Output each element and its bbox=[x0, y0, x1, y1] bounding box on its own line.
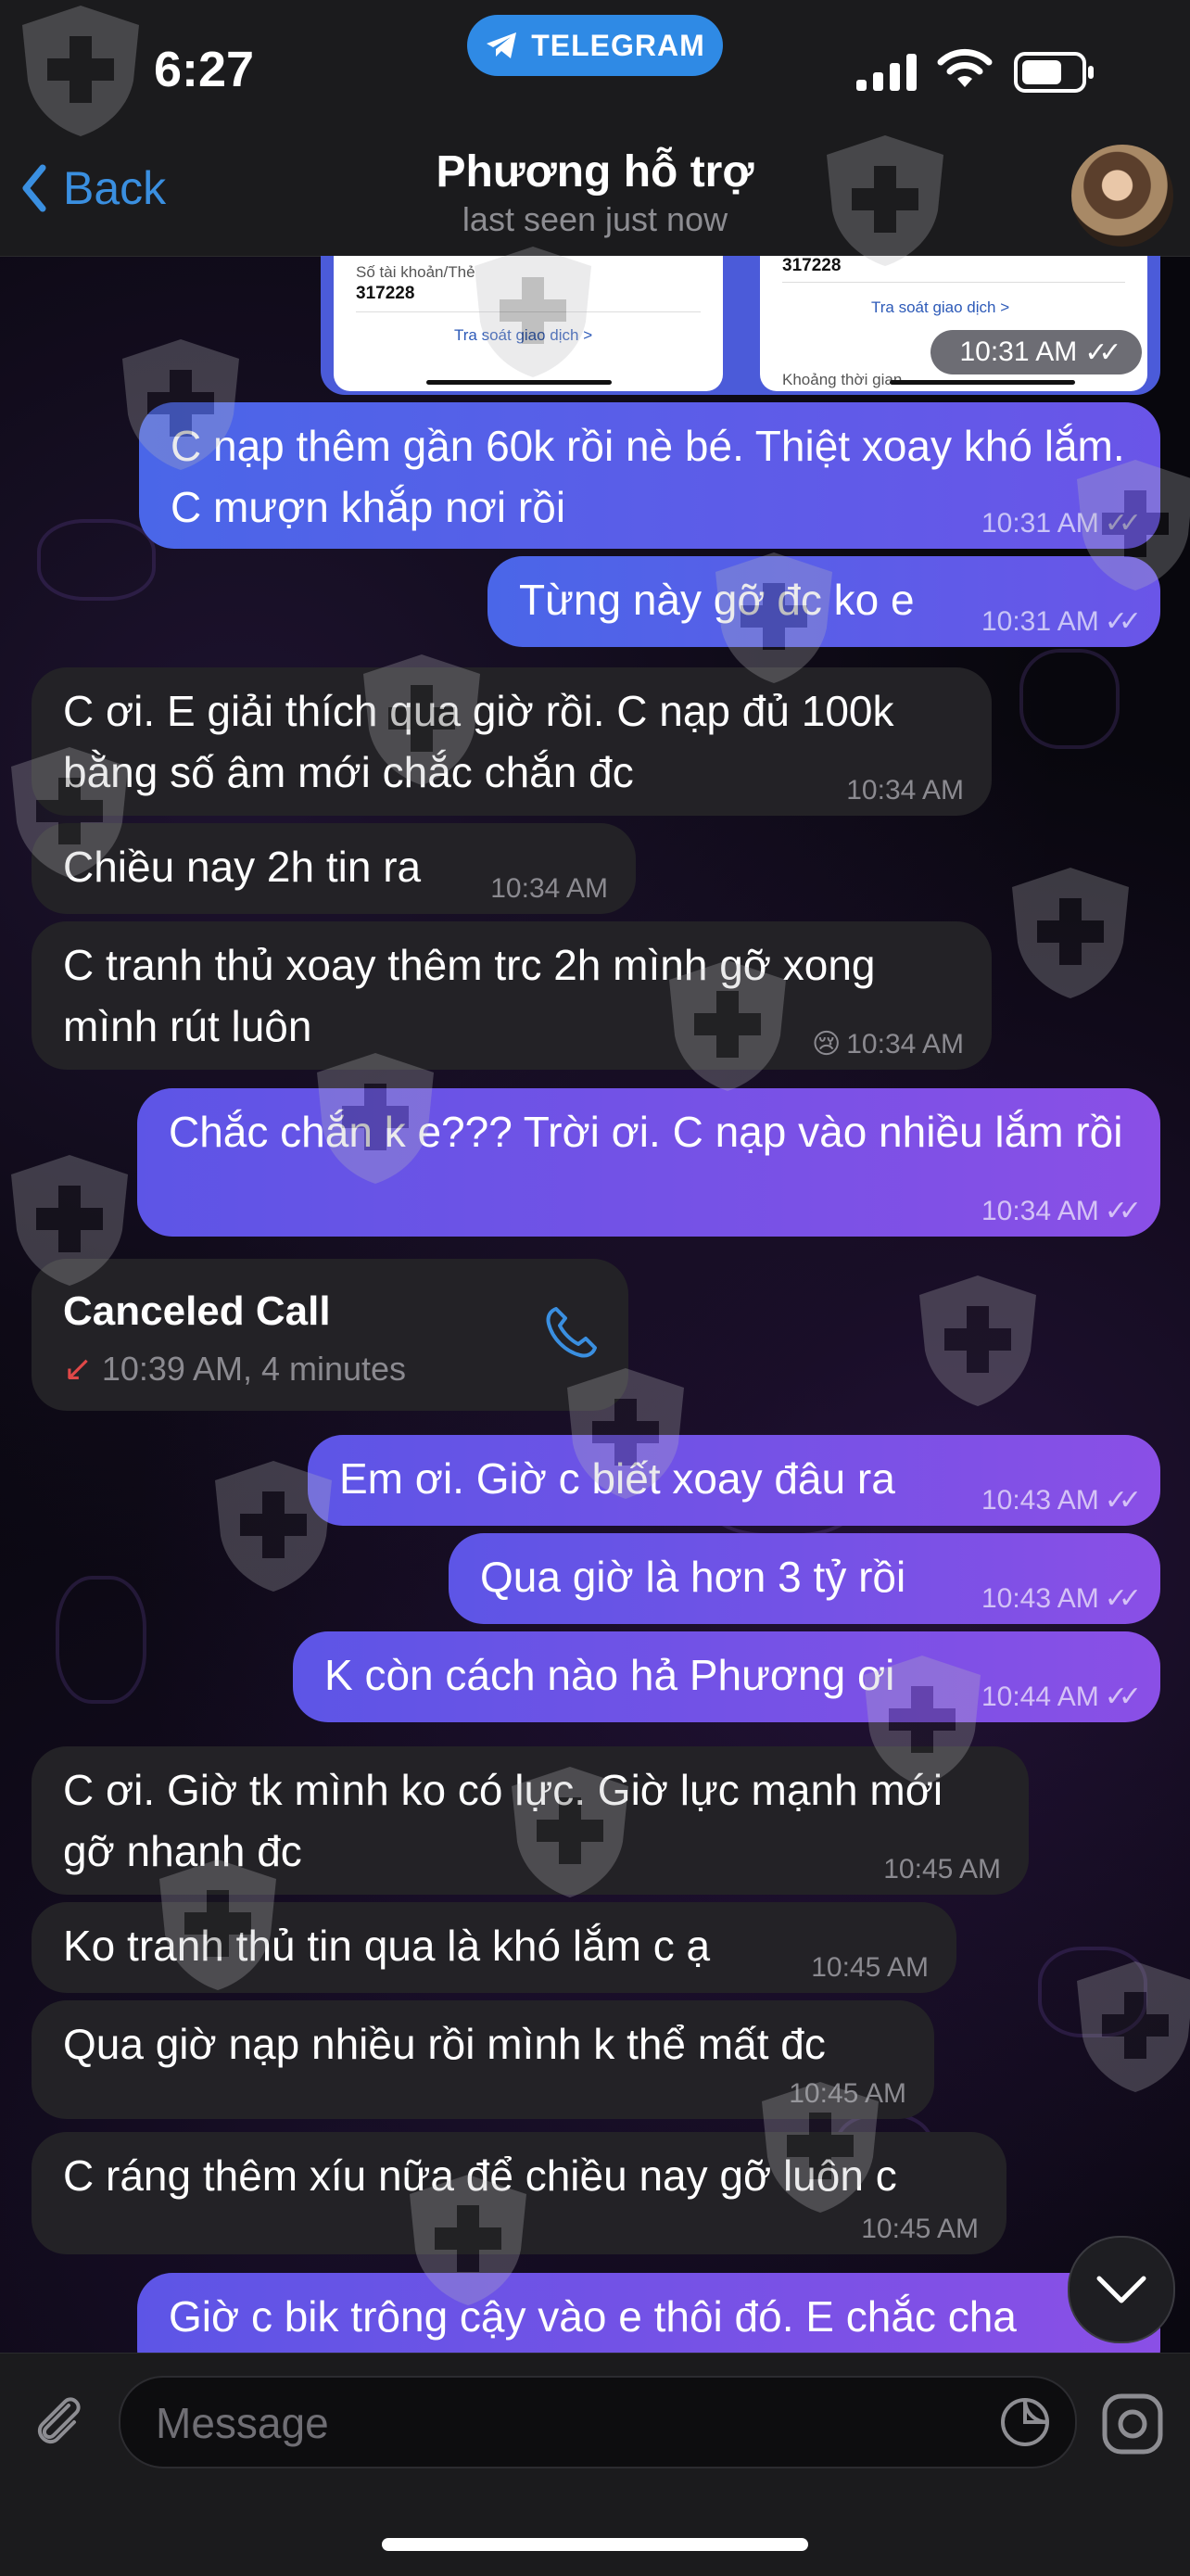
shield-watermark-icon bbox=[22, 6, 139, 136]
message-time: 10:45 AM bbox=[883, 1854, 1001, 1884]
message-time: 10:31 AM bbox=[981, 606, 1099, 637]
image-time: 10:31 AM bbox=[959, 336, 1078, 367]
battery-icon bbox=[1014, 52, 1094, 93]
instant-camera-icon[interactable] bbox=[1099, 2391, 1166, 2457]
message-time: 10:43 AM bbox=[981, 1485, 1099, 1516]
phone-icon[interactable] bbox=[539, 1303, 601, 1364]
reaction-emoji: 😢 bbox=[811, 1029, 842, 1060]
outgoing-message[interactable]: Chắc chắn k e??? Trời ơi. C nạp vào nhiề… bbox=[137, 1088, 1160, 1237]
read-checkmarks-icon: ✓✓ bbox=[1104, 606, 1142, 637]
outgoing-message[interactable]: C nạp thêm gần 60k rồi nè bé. Thiệt xoay… bbox=[139, 402, 1160, 549]
account-number: 317228 bbox=[356, 284, 415, 303]
shield-watermark-icon bbox=[669, 960, 786, 1091]
incoming-message[interactable]: C tranh thủ xoay thêm trc 2h mình gỡ xon… bbox=[32, 921, 992, 1070]
read-checkmarks-icon: ✓✓ bbox=[1104, 1485, 1142, 1516]
read-checkmarks-icon: ✓✓ bbox=[1104, 1681, 1142, 1712]
status-bar: 6:27 TELEGRAM bbox=[0, 0, 1190, 139]
shield-watermark-icon bbox=[567, 1368, 684, 1499]
avatar[interactable] bbox=[1071, 145, 1173, 247]
message-text: Giờ c bik trông cậy vào e thôi đó. E chắ… bbox=[169, 2292, 1017, 2341]
message-time: 10:34 AM bbox=[846, 775, 964, 806]
shield-watermark-icon bbox=[919, 1275, 1036, 1406]
account-label: Số tài khoản/Thẻ bbox=[356, 263, 475, 281]
scroll-to-bottom-button[interactable] bbox=[1068, 2236, 1175, 2343]
outgoing-message[interactable]: Em ơi. Giờ c biết xoay đâu ra 10:43 AM✓✓ bbox=[308, 1435, 1160, 1526]
message-text: Qua giờ nạp nhiều rồi mình k thể mất đc bbox=[63, 2020, 826, 2068]
shield-watermark-icon bbox=[1077, 460, 1190, 590]
telegram-icon bbox=[487, 32, 517, 58]
shield-watermark-icon bbox=[864, 1656, 981, 1786]
outgoing-message[interactable]: Qua giờ là hơn 3 tỷ rồi 10:43 AM ✓✓ bbox=[449, 1533, 1160, 1624]
paperclip-icon[interactable] bbox=[28, 2391, 91, 2454]
shield-watermark-icon bbox=[11, 747, 128, 878]
background-doodle bbox=[37, 519, 156, 601]
incoming-message[interactable]: C ơi. E giải thích qua giờ rồi. C nạp đủ… bbox=[32, 667, 992, 816]
shield-watermark-icon bbox=[317, 1053, 434, 1184]
shield-watermark-icon bbox=[363, 654, 480, 785]
home-indicator[interactable] bbox=[382, 2538, 808, 2551]
message-text: Qua giờ là hơn 3 tỷ rồi bbox=[480, 1553, 906, 1601]
call-title: Canceled Call bbox=[63, 1288, 331, 1334]
chevron-down-icon bbox=[1096, 2276, 1146, 2303]
shield-watermark-icon bbox=[1012, 868, 1129, 998]
background-doodle bbox=[56, 1576, 146, 1704]
image-timestamp: 10:31 AM ✓✓ bbox=[930, 330, 1142, 374]
shield-watermark-icon bbox=[762, 2082, 879, 2213]
read-checkmarks-icon: ✓✓ bbox=[1104, 1583, 1142, 1614]
message-time: 10:34 AM bbox=[981, 1196, 1099, 1226]
message-time: 10:45 AM bbox=[811, 1952, 929, 1983]
shield-watermark-icon bbox=[159, 1859, 276, 1990]
read-checkmarks-icon: ✓✓ bbox=[1084, 336, 1121, 368]
telegram-pill-label: TELEGRAM bbox=[531, 28, 705, 62]
shield-watermark-icon bbox=[410, 2175, 526, 2305]
shield-watermark-icon bbox=[827, 135, 943, 266]
message-time: 10:34 AM bbox=[490, 873, 608, 904]
cellular-signal-icon bbox=[856, 54, 917, 91]
message-placeholder: Message bbox=[156, 2399, 329, 2447]
shield-watermark-icon bbox=[512, 1767, 628, 1897]
last-seen-status: last seen just now bbox=[462, 200, 728, 238]
telegram-pill[interactable]: TELEGRAM bbox=[467, 15, 723, 76]
message-text: K còn cách nào hả Phương ơi bbox=[324, 1651, 895, 1699]
call-detail-text: 10:39 AM, 4 minutes bbox=[101, 1350, 407, 1388]
message-time: 10:34 AM bbox=[846, 1029, 964, 1060]
shield-watermark-icon bbox=[11, 1155, 128, 1286]
shield-watermark-icon bbox=[475, 247, 591, 377]
transaction-lookup-link: Tra soát giao dịch > bbox=[871, 298, 1010, 316]
shield-watermark-icon bbox=[122, 339, 239, 470]
sticker-icon[interactable] bbox=[999, 2396, 1051, 2448]
wifi-icon bbox=[937, 48, 993, 87]
message-time: 10:44 AM bbox=[981, 1681, 1099, 1712]
shield-watermark-icon bbox=[1077, 1961, 1190, 2092]
message-time: 10:45 AM bbox=[861, 2214, 979, 2244]
time-range-label: Khoảng thời gian bbox=[782, 371, 903, 388]
chat-title[interactable]: Phương hỗ trợ bbox=[0, 146, 1190, 197]
missed-call-arrow-icon: ↙ bbox=[63, 1350, 93, 1389]
read-checkmarks-icon: ✓✓ bbox=[1104, 1196, 1142, 1226]
message-time: 10:43 AM bbox=[981, 1583, 1099, 1614]
message-input[interactable]: Message bbox=[119, 2376, 1077, 2468]
shield-watermark-icon bbox=[715, 552, 832, 683]
outgoing-message[interactable]: K còn cách nào hả Phương ơi 10:44 AM ✓✓ bbox=[293, 1631, 1160, 1722]
background-doodle bbox=[1019, 649, 1120, 749]
shield-watermark-icon bbox=[215, 1461, 332, 1592]
chat-header: Back Phương hỗ trợ last seen just now bbox=[0, 139, 1190, 257]
status-time: 6:27 bbox=[154, 42, 255, 97]
call-detail: ↙ 10:39 AM, 4 minutes bbox=[63, 1339, 406, 1400]
